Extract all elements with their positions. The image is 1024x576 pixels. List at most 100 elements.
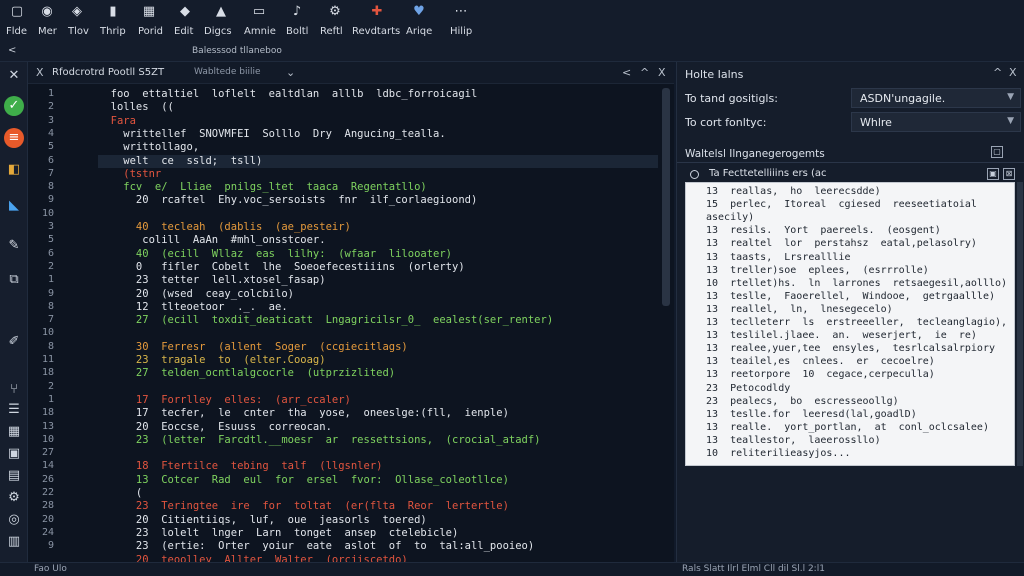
code-line[interactable]: 20 Citientiiqs, luf, oue jeasorls toered…: [98, 514, 658, 527]
list-item[interactable]: 23 pealecs, bo escresseoollg): [706, 396, 899, 407]
code-editor[interactable]: X Rfodcrotrd Pootll S5ZT Wabltede biilie…: [28, 62, 674, 566]
section-collapse-icon[interactable]: ▢: [991, 146, 1003, 158]
menu-item-2[interactable]: Tlov: [68, 26, 89, 37]
result-list[interactable]: 13 reallas, ho leerecsdde) 15 perlec, Ito…: [685, 182, 1015, 466]
editor-subtitle[interactable]: Wabltede biilie: [194, 67, 260, 77]
menu-item-7[interactable]: Amnie: [244, 26, 276, 37]
close-icon[interactable]: ✕: [4, 66, 24, 86]
list-item[interactable]: 23 Petocodldy: [706, 383, 790, 394]
font-select[interactable]: Whlre ▼: [851, 112, 1021, 132]
pin-icon[interactable]: ⊠: [1003, 168, 1015, 180]
code-line[interactable]: [98, 447, 658, 460]
list-item[interactable]: asecily): [706, 212, 754, 223]
menu-item-5[interactable]: Edit: [174, 26, 193, 37]
list-item[interactable]: 13 resils. Yort paereels. (eosgent): [706, 225, 941, 236]
chevron-up-icon[interactable]: ^: [993, 66, 1002, 79]
code-line[interactable]: 40 (ecill Wllaz eas lilhy: (wfaar lilooa…: [98, 248, 658, 261]
code-line[interactable]: 27 telden_ocntlalgcocrle (utprzizlited): [98, 367, 658, 380]
editor-scrollbar[interactable]: [662, 88, 670, 306]
code-line[interactable]: 20 Eoccse, Esuuss correocan.: [98, 421, 658, 434]
list-item[interactable]: 13 treller)soe eplees, (esrrrolle): [706, 265, 929, 276]
bookmark-icon[interactable]: ▮: [104, 3, 122, 21]
editor-close-icon[interactable]: X: [36, 66, 44, 79]
more-icon[interactable]: ⋯: [452, 3, 470, 21]
settings-icon[interactable]: ⚙: [4, 488, 24, 508]
grid-icon[interactable]: ▦: [4, 422, 24, 442]
debug-icon[interactable]: ✎: [4, 236, 24, 256]
list-item[interactable]: 13 reallas, ho leerecsdde): [706, 186, 881, 197]
save-icon[interactable]: ▤: [4, 466, 24, 486]
menu-item-11[interactable]: Ariqe: [406, 26, 432, 37]
code-line[interactable]: 0 fifler Cobelt lhe Soeoefecestiiins (or…: [98, 261, 658, 274]
code-line[interactable]: 23 Teringtee ire for toltat (er(flta Reo…: [98, 500, 658, 513]
code-line[interactable]: 27 (ecill toxdit_deaticatt Lngagricilsr_…: [98, 314, 658, 327]
menu-item-10[interactable]: Revdtarts: [352, 26, 400, 37]
code-line[interactable]: writtollago,: [98, 141, 658, 154]
code-line[interactable]: 20 (wsed ceay_colcbilo): [98, 288, 658, 301]
list-item[interactable]: 13 realee,yuer,tee ensyles, tesrlcalsalr…: [706, 343, 995, 354]
music-icon[interactable]: ♪: [288, 3, 306, 21]
tab-secondary-label[interactable]: Balesssod tllaneboo: [192, 46, 282, 56]
list-item[interactable]: 13 teailel,es cnlees. er cecoelre): [706, 356, 935, 367]
menu-item-3[interactable]: Thrip: [100, 26, 126, 37]
tag-icon[interactable]: ◆: [176, 3, 194, 21]
list-item[interactable]: 13 teclleterr ls erstreeeller, tecleangl…: [706, 317, 1007, 328]
code-line[interactable]: (tstnr: [98, 168, 658, 181]
list-item[interactable]: 13 taasts, Lrsrealllie: [706, 252, 851, 263]
code-line[interactable]: 13 Cotcer Rad eul for ersel fvor: Ollase…: [98, 474, 658, 487]
radio-button[interactable]: [690, 170, 699, 179]
menu-item-12[interactable]: Hilip: [450, 26, 472, 37]
list-item[interactable]: 13 teslle, Faoerellel, Windooe, getrgaal…: [706, 291, 995, 302]
code-line[interactable]: 17 tecfer, le cnter tha yose, oneeslge:(…: [98, 407, 658, 420]
code-line[interactable]: (: [98, 487, 658, 500]
trash-icon[interactable]: ▥: [4, 532, 24, 552]
editor-up-button[interactable]: ^: [640, 66, 649, 79]
github-icon[interactable]: ◉: [38, 3, 56, 21]
chevron-down-icon[interactable]: ⌄: [286, 66, 295, 79]
list-item[interactable]: 13 realtel lor perstahsz eatal,pelasolry…: [706, 238, 977, 249]
menu-item-0[interactable]: Flde: [6, 26, 27, 37]
code-line[interactable]: 23 (ertie: Orter yoiur eate aslot of to …: [98, 540, 658, 553]
editor-close-button[interactable]: X: [658, 66, 666, 79]
list-icon[interactable]: ☰: [4, 400, 24, 420]
language-select[interactable]: ASDN'ungagile. ▼: [851, 88, 1021, 108]
list-item[interactable]: 10 rtellet)hs. ln larrones retsaegesil,a…: [706, 278, 1007, 289]
list-item[interactable]: 13 realle. yort_portlan, at conl_oclcsal…: [706, 422, 989, 433]
code-line[interactable]: colill AaAn #mhl_onsstcoer.: [98, 234, 658, 247]
share-red-icon[interactable]: ✚: [368, 3, 386, 21]
menu-item-9[interactable]: Reftl: [320, 26, 343, 37]
tag-icon[interactable]: ◣: [4, 196, 24, 216]
code-line[interactable]: welt ce ssld; tsll): [98, 154, 658, 168]
fork-icon[interactable]: ⑂: [4, 380, 24, 400]
layers-icon[interactable]: ⧉: [4, 270, 24, 290]
menu-item-1[interactable]: Mer: [38, 26, 57, 37]
pen-icon[interactable]: ✐: [4, 332, 24, 352]
code-line[interactable]: foo ettaltiel loflelt ealtdlan alllb ldb…: [98, 88, 658, 101]
code-line[interactable]: 20 rcaftel Ehy.voc_sersoists fnr ilf_cor…: [98, 194, 658, 207]
code-line[interactable]: [98, 208, 658, 221]
list-item[interactable]: 15 perlec, Itoreal cgiesed reeseetiatoia…: [706, 199, 977, 210]
list-item[interactable]: 13 teslle.for leeresd(lal,goadlD): [706, 409, 917, 420]
code-line[interactable]: 23 (letter Farcdtl.__moesr ar ressettsio…: [98, 434, 658, 447]
radio-row[interactable]: Ta Fecttetelliiins ers (ac ▣ ⊠: [685, 168, 1015, 182]
expand-icon[interactable]: ▣: [987, 168, 999, 180]
menu-icon[interactable]: ≡: [4, 128, 24, 148]
code-line[interactable]: fcv e/ Lliae pnilgs_ltet taaca Regentatl…: [98, 181, 658, 194]
list-item[interactable]: 13 teslilel.jlaee. an. weserjert, ie re): [706, 330, 977, 341]
folder-icon[interactable]: ▢: [8, 3, 26, 21]
image-icon[interactable]: ▲: [212, 3, 230, 21]
panel-close-icon[interactable]: X: [1009, 66, 1017, 79]
code-line[interactable]: 12 tlteoetoor ._. ae.: [98, 301, 658, 314]
code-line[interactable]: 23 tragale to (elter.Cooag): [98, 354, 658, 367]
terminal-icon[interactable]: ▣: [4, 444, 24, 464]
code-line[interactable]: 40 tecleah (dablis (ae_pesteir): [98, 221, 658, 234]
back-arrow-icon[interactable]: <: [8, 45, 16, 56]
code-line[interactable]: [98, 381, 658, 394]
code-line[interactable]: 30 Ferresr (allent Soger (ccgiecitlags): [98, 341, 658, 354]
extensions-icon[interactable]: ◧: [4, 160, 24, 180]
code-line[interactable]: 18 Ftertilce tebing talf (llgsnler): [98, 460, 658, 473]
menu-item-8[interactable]: Boltl: [286, 26, 308, 37]
share-icon[interactable]: ◈: [68, 3, 86, 21]
list-item[interactable]: 13 teallestor, laeerossllo): [706, 435, 881, 446]
code-line[interactable]: writtellef SNOVMFEI Solllo Dry Angucing_…: [98, 128, 658, 141]
